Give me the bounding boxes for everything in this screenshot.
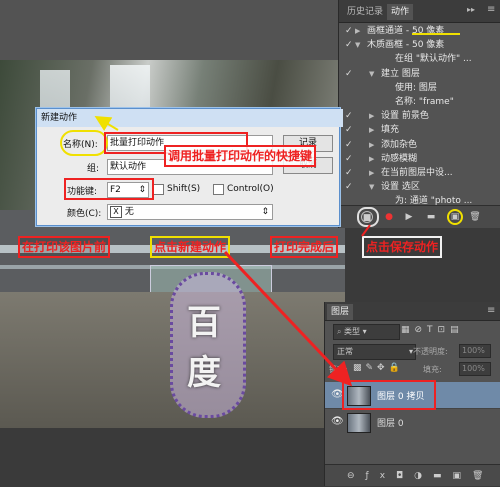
arrow-red <box>361 224 371 237</box>
arrow-yellow <box>94 115 119 132</box>
arrow-red <box>223 250 353 387</box>
annotation-arrows <box>94 33 460 387</box>
